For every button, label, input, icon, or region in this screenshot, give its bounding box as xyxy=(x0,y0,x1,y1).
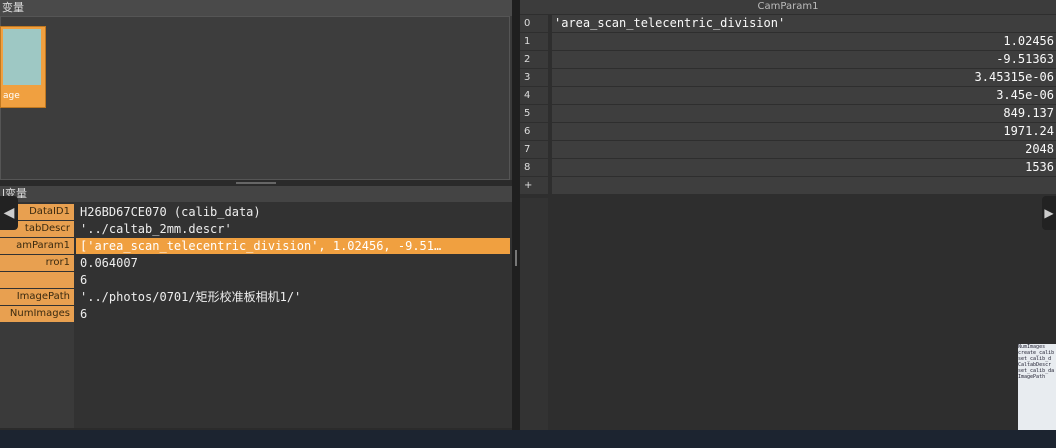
control-row-name: NumImages xyxy=(0,306,74,322)
bottom-strip xyxy=(0,430,1056,448)
control-row-count[interactable]: 6 xyxy=(0,272,512,289)
cam-param-value: -9.51363 xyxy=(552,51,1056,68)
cam-param-value: 3.45e-06 xyxy=(552,87,1056,104)
control-row-name xyxy=(0,272,74,288)
cam-param-add-row[interactable]: + xyxy=(520,177,1056,195)
control-row-calib-data[interactable]: DataID1 H26BD67CE070 (calib_data) xyxy=(0,204,512,221)
cam-param-value xyxy=(552,177,1056,194)
control-variables-header: l变量 xyxy=(0,186,512,202)
cam-param-value: 3.45315e-06 xyxy=(552,69,1056,86)
cam-param-row[interactable]: 4 3.45e-06 xyxy=(520,87,1056,105)
cam-param-value: 849.137 xyxy=(552,105,1056,122)
control-name-column-empty xyxy=(0,322,74,428)
control-row-num-images[interactable]: NumImages 6 xyxy=(0,306,512,323)
cam-param-index: 3 xyxy=(520,69,548,86)
control-row-value: 0.064007 xyxy=(80,256,138,270)
control-row-value: 6 xyxy=(80,273,88,287)
cam-param-index: 8 xyxy=(520,159,548,176)
control-row-caltab-descr[interactable]: tabDescr '../caltab_2mm.descr' xyxy=(0,221,512,238)
control-row-value: 6 xyxy=(80,307,88,321)
cam-param-value: 2048 xyxy=(552,141,1056,158)
cam-param-value: 1536 xyxy=(552,159,1056,176)
image-variable-label: age xyxy=(3,91,20,101)
cam-param-row[interactable]: 0 'area_scan_telecentric_division' xyxy=(520,15,1056,33)
add-row-icon[interactable]: + xyxy=(520,177,548,194)
cam-param-index: 1 xyxy=(520,33,548,50)
cam-param-index: 2 xyxy=(520,51,548,68)
cam-param-title: CamParam1 xyxy=(520,0,1056,14)
splitter-grip[interactable] xyxy=(236,182,276,184)
control-row-name: rror1 xyxy=(0,255,74,271)
control-row-name: amParam1 xyxy=(0,238,74,254)
cam-param-row[interactable]: 6 1971.24 xyxy=(520,123,1056,141)
cam-param-index: 7 xyxy=(520,141,548,158)
control-row-value: '../photos/0701/矩形校准板相机1/' xyxy=(80,290,302,304)
cam-param-row[interactable]: 1 1.02456 xyxy=(520,33,1056,51)
cam-param-row[interactable]: 8 1536 xyxy=(520,159,1056,177)
cam-param-row[interactable]: 5 849.137 xyxy=(520,105,1056,123)
control-row-value: ['area_scan_telecentric_division', 1.024… xyxy=(76,238,510,254)
control-row-value: '../caltab_2mm.descr' xyxy=(80,222,232,236)
control-row-error[interactable]: rror1 0.064007 xyxy=(0,255,512,272)
cam-param-value: 1.02456 xyxy=(552,33,1056,50)
left-arrow-icon[interactable]: ◀ xyxy=(0,196,18,230)
cam-param-row[interactable]: 7 2048 xyxy=(520,141,1056,159)
code-editor-thumbnail[interactable]: NumImages create_calib set_calib_d Calta… xyxy=(1018,344,1056,430)
code-line: ImagePath xyxy=(1018,374,1046,380)
cam-param-value: 1971.24 xyxy=(552,123,1056,140)
image-variables-area xyxy=(0,16,510,180)
image-thumbnail xyxy=(3,29,41,85)
cam-param-index: 4 xyxy=(520,87,548,104)
control-row-name: ImagePath xyxy=(0,289,74,305)
cam-param-index-column-empty xyxy=(520,198,548,430)
control-row-cam-param[interactable]: amParam1 ['area_scan_telecentric_divisio… xyxy=(0,238,512,255)
cam-param-row[interactable]: 3 3.45315e-06 xyxy=(520,69,1056,87)
vertical-splitter[interactable] xyxy=(512,0,520,430)
control-row-image-path[interactable]: ImagePath '../photos/0701/矩形校准板相机1/' xyxy=(0,289,512,306)
image-variables-header: 变量 xyxy=(0,0,512,16)
cam-param-index: 6 xyxy=(520,123,548,140)
right-arrow-icon[interactable]: ▶ xyxy=(1042,196,1056,230)
vertical-splitter-grip[interactable] xyxy=(515,250,517,266)
cam-param-row[interactable]: 2 -9.51363 xyxy=(520,51,1056,69)
cam-param-index: 5 xyxy=(520,105,548,122)
cam-param-value: 'area_scan_telecentric_division' xyxy=(552,15,1056,32)
cam-param-index: 0 xyxy=(520,15,548,32)
control-row-value: H26BD67CE070 (calib_data) xyxy=(80,205,261,219)
image-variable-tile[interactable]: age xyxy=(0,26,46,108)
